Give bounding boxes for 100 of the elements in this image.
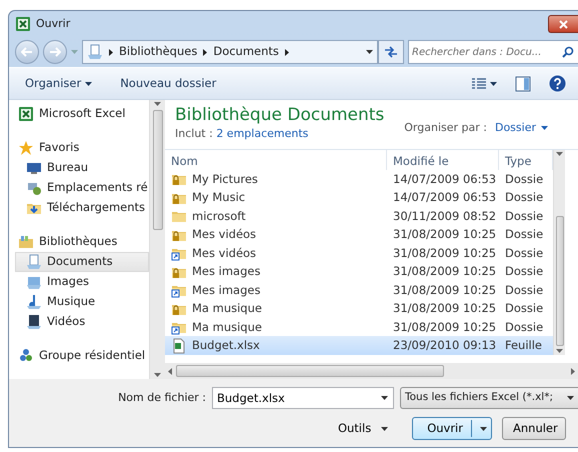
caret-icon xyxy=(71,50,78,54)
open-button[interactable]: Ouvrir xyxy=(412,417,492,440)
sidebar-item[interactable]: Documents xyxy=(15,252,149,272)
caret-icon xyxy=(490,82,497,86)
sidebar-item[interactable]: Bureau xyxy=(15,158,149,178)
window-title: Ouvrir xyxy=(36,16,70,32)
file-name[interactable]: Mes images xyxy=(165,280,387,299)
close-button[interactable] xyxy=(548,15,578,33)
search-field[interactable]: Rechercher dans : Docu... xyxy=(408,40,578,64)
table-cell-text: Dossie xyxy=(504,263,544,280)
file-name[interactable]: My Pictures xyxy=(165,170,387,188)
breadcrumb-arrow-icon xyxy=(109,48,113,56)
monitor-icon xyxy=(26,160,42,176)
caret-icon xyxy=(154,373,161,377)
film-icon xyxy=(26,314,42,330)
file-name[interactable]: microsoft xyxy=(165,206,387,225)
arrange-label: Organiser par : xyxy=(404,120,487,136)
refresh-button[interactable] xyxy=(378,40,404,64)
help-icon xyxy=(549,75,566,92)
sidebar-item[interactable]: Groupe résidentiel xyxy=(15,346,149,366)
library-title: Bibliothèque Documents xyxy=(175,104,384,126)
table-cell: 23/09/2010 09:13 xyxy=(387,336,499,354)
sidebar-item[interactable]: Images xyxy=(15,272,149,292)
column-header[interactable]: Nom xyxy=(165,150,387,170)
back-button[interactable] xyxy=(15,40,39,64)
breadcrumb[interactable]: Bibliothèques xyxy=(119,43,198,61)
organize-button[interactable]: Organiser xyxy=(23,72,94,94)
search-icon xyxy=(562,46,574,58)
arrange-dropdown[interactable]: Dossier xyxy=(494,120,548,136)
preview-pane-button[interactable] xyxy=(513,74,533,94)
forward-arrow-icon xyxy=(49,47,61,57)
scrollbar-thumb[interactable] xyxy=(176,365,444,377)
file-name[interactable]: My Music xyxy=(165,188,387,206)
file-name[interactable]: Ma musique xyxy=(165,318,387,336)
forward-button[interactable] xyxy=(43,40,67,64)
file-name[interactable]: Ma musique xyxy=(165,299,387,318)
caret-icon xyxy=(381,426,388,430)
table-cell-text: Dossie xyxy=(504,318,544,336)
sidebar-item[interactable]: Microsoft Excel xyxy=(15,104,149,124)
breadcrumb-arrow-icon xyxy=(284,48,289,56)
help-button[interactable] xyxy=(547,73,568,94)
caret-icon xyxy=(567,396,574,400)
library-icon xyxy=(18,234,34,250)
sidebar-item[interactable]: Téléchargements xyxy=(15,198,149,218)
table-cell-text: 31/08/2009 10:25 xyxy=(392,282,498,299)
caret-icon xyxy=(480,426,487,430)
scrollbar-thumb[interactable] xyxy=(152,110,162,230)
music-note-icon xyxy=(26,294,42,310)
table-cell-text: 14/07/2009 06:53 xyxy=(392,189,498,206)
includes-label: Inclut : xyxy=(175,127,213,140)
sidebar-item[interactable]: Favoris xyxy=(15,138,149,158)
table-cell-text: Dossie xyxy=(504,170,544,188)
scroll-left-icon xyxy=(168,368,172,374)
caret-icon xyxy=(381,396,388,400)
table-cell-text: 31/08/2009 10:25 xyxy=(392,226,498,244)
document-library-icon xyxy=(26,254,42,270)
caret-icon xyxy=(556,152,563,156)
spreadsheet-icon xyxy=(18,106,34,122)
table-cell-text: Dossie xyxy=(504,244,544,262)
table-cell: Feuille xyxy=(499,336,553,354)
includes-link[interactable]: 2 emplacements xyxy=(216,127,308,140)
caret-icon xyxy=(85,82,92,86)
caret-icon xyxy=(556,348,563,352)
sidebar-item[interactable]: Vidéos xyxy=(15,312,149,332)
table-cell-text: 14/07/2009 06:53 xyxy=(392,170,498,188)
breadcrumb-arrow-icon xyxy=(203,48,208,56)
file-name[interactable]: Mes vidéos xyxy=(165,244,387,262)
caret-icon xyxy=(541,126,548,130)
table-cell-text: Dossie xyxy=(504,208,544,225)
sidebar-item[interactable]: Emplacements ré xyxy=(15,178,149,198)
scroll-right-icon xyxy=(571,368,575,374)
image-library-icon xyxy=(26,274,42,290)
file-name[interactable]: Budget.xlsx xyxy=(165,336,387,354)
breadcrumb[interactable]: Documents xyxy=(213,43,279,61)
column-header[interactable]: Modifié le xyxy=(387,150,499,170)
file-name[interactable]: Mes images xyxy=(165,262,387,280)
pane-icon xyxy=(515,76,531,92)
caret-icon xyxy=(154,102,161,106)
back-arrow-icon xyxy=(21,47,33,57)
address-bar[interactable]: Bibliothèques Documents xyxy=(82,40,378,64)
refresh-arrows-icon xyxy=(384,46,398,58)
table-cell-text: Dossie xyxy=(504,282,544,299)
tools-button[interactable]: Outils xyxy=(332,418,394,438)
table-cell-text: 31/08/2009 10:25 xyxy=(392,244,498,262)
spreadsheet-file-icon xyxy=(171,338,187,354)
file-name[interactable]: Mes vidéos xyxy=(165,225,387,244)
new-folder-button[interactable]: Nouveau dossier xyxy=(118,72,218,94)
file-type-dropdown[interactable]: Tous les fichiers Excel (*.xl*; xyxy=(400,387,578,409)
table-cell-text: Dossie xyxy=(504,300,544,318)
network-icon xyxy=(18,348,34,364)
table-cell-text: 30/11/2009 08:52 xyxy=(392,208,498,225)
table-cell-text: 31/08/2009 10:25 xyxy=(392,300,498,318)
sidebar-item[interactable]: Musique xyxy=(15,292,149,312)
cancel-button[interactable]: Annuler xyxy=(502,417,566,440)
sidebar-item[interactable]: Bibliothèques xyxy=(15,232,149,252)
scrollbar-thumb[interactable] xyxy=(556,216,564,346)
filename-field[interactable]: Budget.xlsx xyxy=(212,387,394,409)
table-cell-text: Dossie xyxy=(504,226,544,244)
table-cell-text: Dossie xyxy=(504,189,544,206)
view-button[interactable] xyxy=(470,76,499,92)
